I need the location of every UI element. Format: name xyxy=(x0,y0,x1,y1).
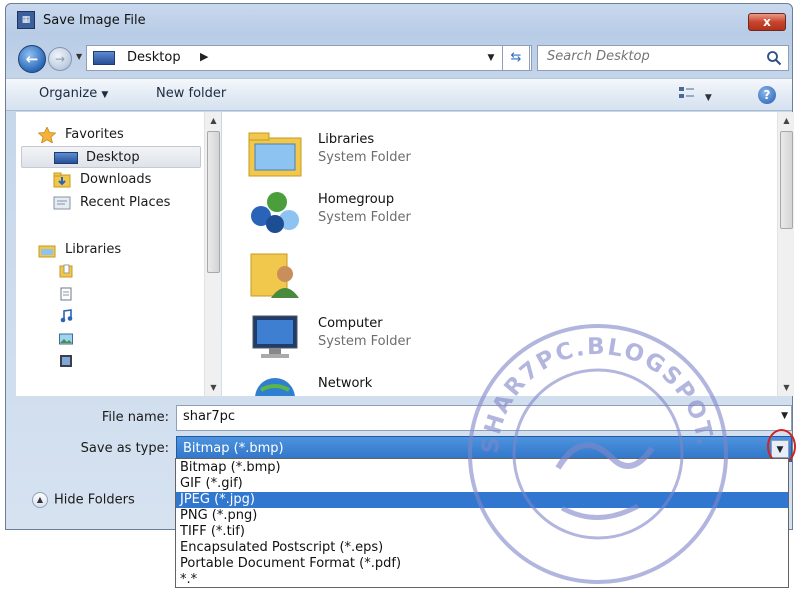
pictures-icon[interactable] xyxy=(59,332,73,346)
file-list-scrollbar[interactable]: ▲ ▼ xyxy=(777,112,794,396)
option-tiff[interactable]: TIFF (*.tif) xyxy=(176,524,788,540)
favorites-header[interactable]: Favorites xyxy=(37,124,198,146)
scroll-up-icon[interactable]: ▲ xyxy=(778,112,795,129)
file-type: System Folder xyxy=(318,210,411,225)
desktop-icon xyxy=(93,51,115,65)
network-icon xyxy=(247,372,303,396)
option-pdf[interactable]: Portable Document Format (*.pdf) xyxy=(176,556,788,572)
scroll-down-icon[interactable]: ▼ xyxy=(778,379,795,396)
scroll-down-icon[interactable]: ▼ xyxy=(205,379,222,396)
option-png[interactable]: PNG (*.png) xyxy=(176,508,788,524)
address-bar: ← → ▼ Desktop ▶ ▼ ⇆ xyxy=(6,38,792,78)
star-icon xyxy=(37,126,57,144)
organize-label: Organize xyxy=(39,86,98,101)
sidebar-item-downloads[interactable]: Downloads xyxy=(53,169,203,191)
file-scroll-thumb[interactable] xyxy=(780,131,793,229)
back-arrow-icon[interactable]: ← xyxy=(18,45,46,73)
change-view-icon[interactable]: ▼ xyxy=(679,86,712,103)
save-dialog-icon: ▦ xyxy=(17,11,35,29)
list-item[interactable]: Libraries System Folder xyxy=(222,124,622,180)
videos-icon[interactable] xyxy=(59,354,73,368)
file-name: Computer xyxy=(318,316,383,331)
list-item[interactable] xyxy=(222,244,622,300)
close-button[interactable]: x xyxy=(748,13,786,31)
file-name-field[interactable]: ▼ xyxy=(176,405,792,431)
sidebar-item-recent-places[interactable]: Recent Places xyxy=(53,192,203,214)
file-type: System Folder xyxy=(318,334,411,349)
search-icon[interactable] xyxy=(766,50,782,66)
save-type-options-list[interactable]: Bitmap (*.bmp) GIF (*.gif) JPEG (*.jpg) … xyxy=(175,458,789,588)
homegroup-icon xyxy=(247,188,303,238)
computer-icon xyxy=(247,312,303,362)
downloads-folder-icon xyxy=(53,172,71,188)
hide-folders-button[interactable]: ▲ Hide Folders xyxy=(32,492,135,508)
scroll-up-icon[interactable]: ▲ xyxy=(205,112,222,129)
address-box[interactable]: Desktop ▶ xyxy=(86,45,532,71)
recent-places-icon xyxy=(53,195,71,211)
option-all-files[interactable]: *.* xyxy=(176,572,788,588)
forward-arrow-icon[interactable]: → xyxy=(48,47,72,71)
title-bar: ▦ Save Image File x xyxy=(6,4,792,38)
desktop-icon xyxy=(54,152,78,164)
address-dropdown-icon[interactable]: ▼ xyxy=(481,45,501,71)
save-type-value: Bitmap (*.bmp) xyxy=(183,441,284,456)
file-name: Libraries xyxy=(318,132,375,147)
file-type: System Folder xyxy=(318,150,411,165)
sidebar-item-label: Downloads xyxy=(80,172,152,187)
libraries-label: Libraries xyxy=(65,242,122,257)
sidebar-item-label: Recent Places xyxy=(80,195,171,210)
command-bar: Organize ▼ New folder ▼ ? xyxy=(6,78,792,111)
window-title: Save Image File xyxy=(43,13,146,28)
search-box[interactable] xyxy=(537,45,789,71)
refresh-icon[interactable]: ⇆ xyxy=(502,45,530,71)
save-type-label: Save as type: xyxy=(80,441,169,456)
file-name-label: File name: xyxy=(101,410,169,425)
file-name-input[interactable] xyxy=(183,409,743,424)
document-icon[interactable] xyxy=(59,287,73,301)
chevron-down-icon: ▼ xyxy=(704,93,712,103)
save-image-dialog: ▦ Save Image File x ← → ▼ Desktop ▶ ▼ ⇆ … xyxy=(5,3,796,530)
hide-folders-label: Hide Folders xyxy=(54,492,135,508)
user-folder-icon xyxy=(247,248,303,298)
chevron-down-icon[interactable]: ▼ xyxy=(781,411,788,421)
search-input[interactable] xyxy=(547,49,757,64)
list-item[interactable]: Computer System Folder xyxy=(222,308,622,364)
new-folder-button[interactable]: New folder xyxy=(156,86,226,101)
libraries-folder-icon xyxy=(247,128,303,178)
organize-menu[interactable]: Organize ▼ xyxy=(39,86,108,101)
file-list: Libraries System Folder Homegroup System… xyxy=(222,112,794,396)
music-icon[interactable] xyxy=(59,309,73,323)
option-gif[interactable]: GIF (*.gif) xyxy=(176,476,788,492)
file-name: Homegroup xyxy=(318,192,395,207)
recent-pages-chevron-icon[interactable]: ▼ xyxy=(76,52,86,64)
sidebar-item-label: Desktop xyxy=(86,150,140,165)
navigation-pane: Favorites Desktop Downloads Recent Place… xyxy=(16,112,221,396)
favorites-label: Favorites xyxy=(65,127,124,142)
nav-scrollbar[interactable]: ▲ ▼ xyxy=(204,112,221,396)
chevron-down-icon: ▼ xyxy=(101,90,109,100)
list-item[interactable]: Network xyxy=(222,368,622,396)
option-eps[interactable]: Encapsulated Postscript (*.eps) xyxy=(176,540,788,556)
libraries-icon xyxy=(38,242,56,258)
option-bitmap[interactable]: Bitmap (*.bmp) xyxy=(176,460,788,476)
breadcrumb-arrow-icon[interactable]: ▶ xyxy=(200,50,208,63)
sidebar-item-desktop[interactable]: Desktop xyxy=(21,146,201,168)
nav-scroll-thumb[interactable] xyxy=(207,131,220,273)
option-jpeg[interactable]: JPEG (*.jpg) xyxy=(176,492,788,508)
list-item[interactable]: Homegroup System Folder xyxy=(222,184,622,240)
documents-library-icon[interactable] xyxy=(59,264,73,278)
file-name: Network xyxy=(318,376,373,391)
libraries-header[interactable]: Libraries xyxy=(38,239,198,261)
address-location[interactable]: Desktop xyxy=(127,50,181,65)
chevron-up-icon: ▲ xyxy=(32,492,48,508)
help-icon[interactable]: ? xyxy=(758,86,776,104)
